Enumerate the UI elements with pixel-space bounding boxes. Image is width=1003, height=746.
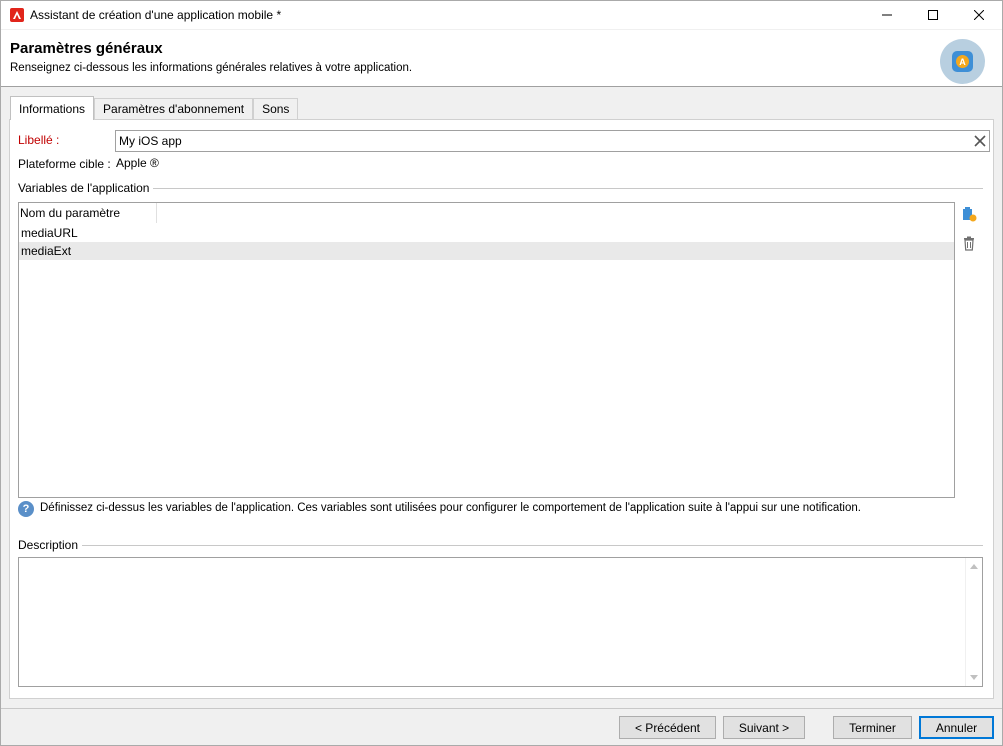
next-button[interactable]: Suivant > [723, 716, 805, 739]
wizard-window: Assistant de création d'une application … [0, 0, 1003, 746]
mobile-app-icon: A [940, 39, 985, 84]
scroll-up-icon[interactable] [970, 564, 978, 569]
tab-subscription-settings[interactable]: Paramètres d'abonnement [94, 98, 254, 119]
clear-icon[interactable] [973, 134, 987, 148]
close-icon [974, 10, 984, 20]
minimize-button[interactable] [864, 1, 910, 29]
platform-label: Plateforme cible : [18, 157, 111, 171]
minimize-icon [882, 14, 892, 16]
column-header-parameter-name[interactable]: Nom du paramètre [19, 203, 157, 223]
description-scrollbar[interactable] [965, 558, 982, 686]
app-badge: A [956, 55, 969, 68]
description-text [19, 558, 982, 564]
tab-strip: Informations Paramètres d'abonnement Son… [10, 96, 299, 120]
platform-value: Apple ® [116, 156, 159, 170]
libelle-input[interactable] [115, 130, 990, 152]
variables-list[interactable]: Nom du paramètre mediaURL mediaExt [18, 202, 955, 498]
description-textarea[interactable] [18, 557, 983, 687]
close-button[interactable] [956, 1, 1002, 29]
maximize-button[interactable] [910, 1, 956, 29]
tab-sounds[interactable]: Sons [253, 98, 299, 119]
description-group-title: Description [18, 538, 83, 552]
tab-informations[interactable]: Informations [10, 96, 95, 120]
libelle-label: Libellé : [18, 133, 60, 147]
wizard-header: Paramètres généraux Renseignez ci-dessou… [1, 30, 1002, 87]
list-item[interactable]: mediaExt [19, 242, 954, 260]
page-title: Paramètres généraux [10, 40, 163, 57]
scroll-down-icon[interactable] [970, 675, 978, 680]
page-subtitle: Renseignez ci-dessous les informations g… [10, 62, 413, 74]
help-icon: ? [18, 501, 34, 517]
previous-button[interactable]: < Précédent [619, 716, 716, 739]
description-divider [18, 545, 983, 546]
list-item[interactable]: mediaURL [19, 224, 954, 242]
footer-divider [1, 708, 1002, 709]
cancel-button[interactable]: Annuler [919, 716, 994, 739]
title-bar: Assistant de création d'une application … [1, 1, 1002, 29]
window-title: Assistant de création d'une application … [30, 8, 282, 22]
variables-help-text: Définissez ci-dessus les variables de l'… [40, 502, 861, 514]
variables-divider [18, 188, 983, 189]
maximize-icon [928, 10, 938, 20]
add-variable-icon[interactable] [961, 206, 977, 222]
window-controls [864, 1, 1002, 29]
variables-group-title: Variables de l'application [18, 181, 154, 195]
delete-variable-icon[interactable] [961, 235, 977, 251]
finish-button[interactable]: Terminer [833, 716, 912, 739]
adobe-logo-icon [10, 8, 24, 22]
